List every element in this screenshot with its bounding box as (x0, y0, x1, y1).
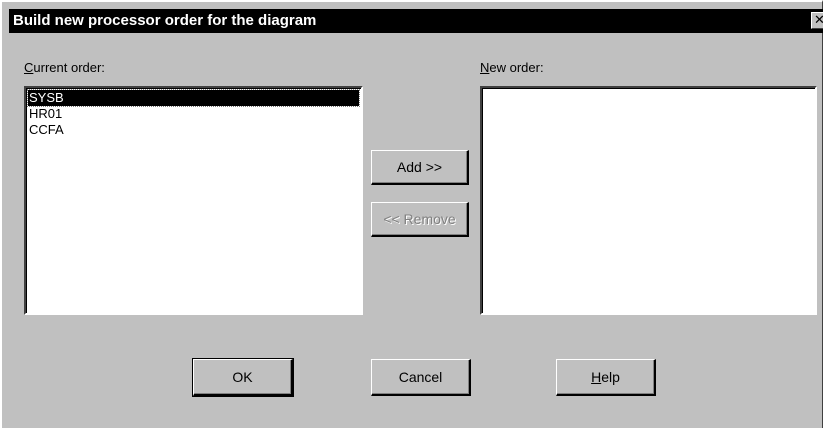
add-button[interactable]: Add >> (371, 150, 469, 185)
help-button-text: elp (601, 369, 620, 385)
new-order-list[interactable] (480, 86, 817, 315)
title-bar[interactable]: Build new processor order for the diagra… (9, 9, 823, 33)
help-button-accel: H (591, 369, 602, 385)
current-order-list[interactable]: SYSB HR01 CCFA (24, 86, 363, 315)
current-order-label-accel: C (24, 60, 34, 75)
list-item[interactable]: SYSB (27, 89, 360, 107)
ok-button[interactable]: OK (192, 358, 294, 397)
current-order-label-text: urrent order: (33, 60, 105, 75)
close-icon: ✕ (814, 13, 823, 28)
close-button[interactable]: ✕ (811, 12, 823, 29)
new-order-label-accel: N (480, 60, 490, 75)
current-order-label: Current order: (24, 60, 105, 76)
cancel-button[interactable]: Cancel (371, 359, 471, 396)
new-order-label: New order: (480, 60, 544, 76)
help-button[interactable]: Help (556, 359, 656, 396)
dialog-title: Build new processor order for the diagra… (13, 12, 317, 29)
list-item[interactable]: CCFA (28, 122, 359, 138)
list-item[interactable]: HR01 (28, 106, 359, 122)
processor-order-dialog: Build new processor order for the diagra… (0, 0, 823, 428)
remove-button[interactable]: << Remove (371, 202, 469, 237)
new-order-label-text: ew order: (489, 60, 544, 75)
